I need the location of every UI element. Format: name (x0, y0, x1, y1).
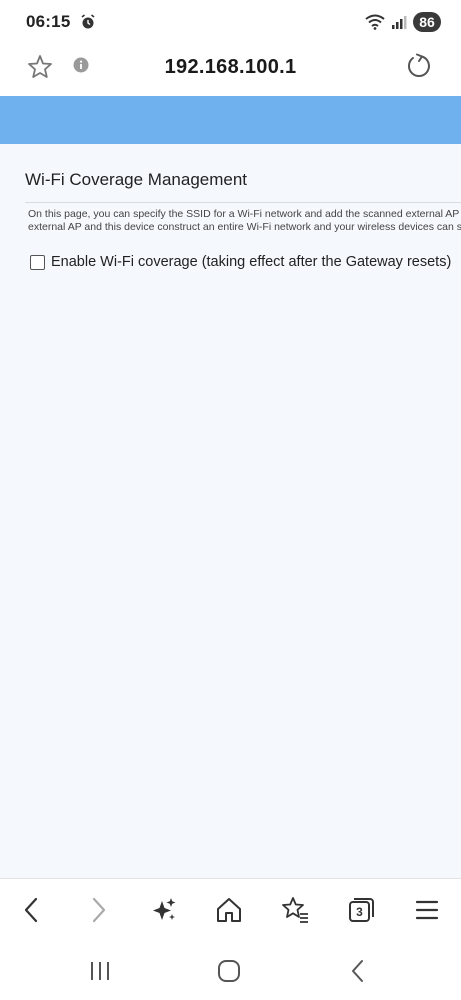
screen: 06:15 86 192.168.100.1 Wi-Fi Coverage Ma… (0, 0, 461, 1000)
home-circle-icon[interactable] (216, 958, 242, 984)
alarm-icon (81, 14, 95, 29)
home-icon[interactable] (214, 895, 244, 925)
back-icon[interactable] (17, 895, 47, 925)
wifi-coverage-option[interactable]: Enable Wi-Fi coverage (taking effect aft… (30, 254, 451, 270)
status-time: 06:15 (26, 12, 71, 31)
signal-icon (392, 16, 407, 29)
wifi-coverage-checkbox[interactable] (30, 254, 45, 270)
page-title: Wi-Fi Coverage Management (25, 170, 248, 189)
menu-icon[interactable] (412, 895, 442, 925)
battery-icon: 86 (413, 12, 441, 32)
browser-toolbar: 3 (0, 878, 461, 938)
recent-apps-icon[interactable] (87, 958, 113, 984)
description-line-2: external AP and this device construct an… (28, 221, 461, 233)
status-bar: 06:15 86 (0, 0, 461, 44)
system-back-icon[interactable] (346, 958, 372, 984)
status-icons: 86 (365, 12, 441, 32)
system-navigation-bar (0, 938, 461, 1000)
url-bar: 192.168.100.1 (0, 44, 461, 96)
description-line-1: On this page, you can specify the SSID f… (28, 208, 461, 220)
reload-icon[interactable] (405, 52, 433, 80)
tabs-button[interactable]: 3 (346, 895, 376, 925)
page-description: On this page, you can specify the SSID f… (28, 208, 461, 234)
bookmarks-icon[interactable] (280, 895, 310, 925)
ai-sparkle-icon[interactable] (149, 895, 179, 925)
wifi-coverage-label[interactable]: Enable Wi-Fi coverage (taking effect aft… (51, 254, 451, 270)
wifi-icon (365, 14, 385, 30)
tabs-count: 3 (356, 905, 363, 919)
forward-icon[interactable] (83, 895, 113, 925)
url-text[interactable]: 192.168.100.1 (0, 56, 461, 79)
title-divider (25, 202, 461, 203)
page-content: Wi-Fi Coverage Management On this page, … (0, 144, 461, 878)
page-header-band (0, 96, 461, 144)
